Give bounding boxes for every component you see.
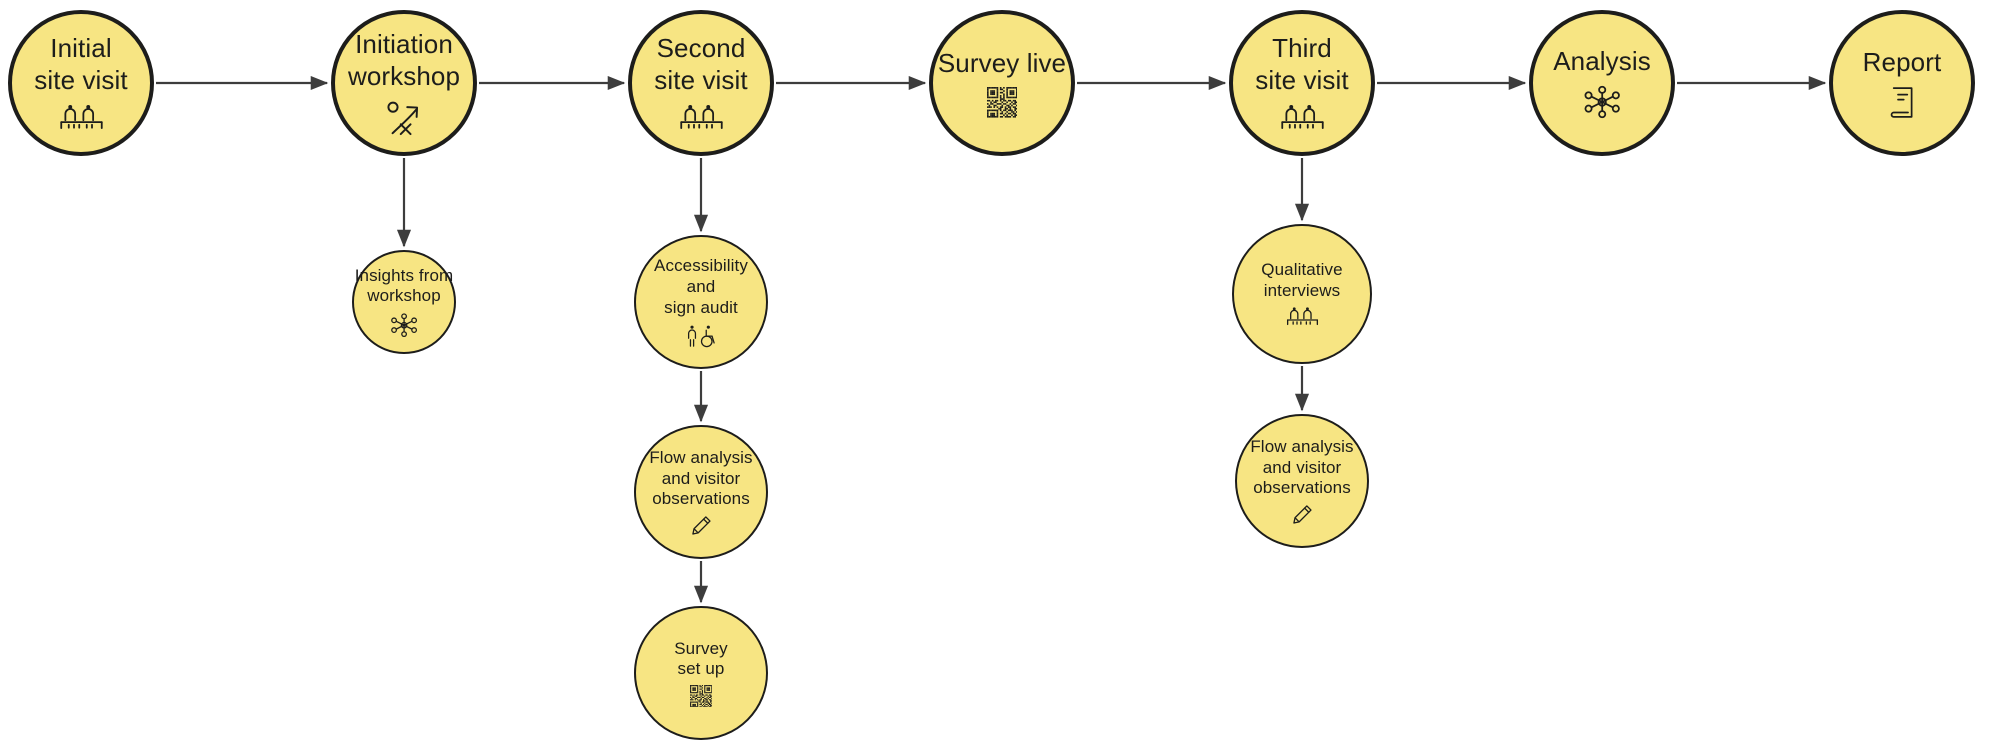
node-survey-live[interactable]: Survey live xyxy=(929,10,1075,156)
node-qualitative-interviews[interactable]: Qualitative interviews xyxy=(1232,224,1372,364)
node-label: Third site visit xyxy=(1255,32,1349,95)
network-hub-icon xyxy=(391,313,417,338)
pencil-icon xyxy=(691,516,711,535)
meeting-table-icon xyxy=(1280,105,1324,130)
node-label: Insights from workshop xyxy=(354,265,454,306)
node-label: Survey set up xyxy=(674,638,728,679)
flowchart-canvas: Initial site visit Initiation workshop S… xyxy=(0,0,2000,747)
node-second-site-visit[interactable]: Second site visit xyxy=(628,10,774,156)
qr-code-icon xyxy=(986,87,1018,118)
network-hub-icon xyxy=(1583,84,1621,120)
node-third-site-visit[interactable]: Third site visit xyxy=(1229,10,1375,156)
pencil-icon xyxy=(1292,504,1313,525)
meeting-table-icon xyxy=(1286,306,1319,328)
node-label: Initial site visit xyxy=(34,32,128,95)
meeting-table-icon xyxy=(59,105,103,130)
node-label: Report xyxy=(1862,47,1942,78)
node-label: Flow analysis and visitor observations xyxy=(1250,436,1354,498)
meeting-table-icon xyxy=(679,105,723,130)
node-flow-analysis-third[interactable]: Flow analysis and visitor observations xyxy=(1235,414,1369,548)
pencil-icon xyxy=(691,515,712,536)
node-survey-set-up[interactable]: Survey set up xyxy=(634,606,768,740)
qr-code-icon xyxy=(986,87,1018,118)
node-report[interactable]: Report xyxy=(1829,10,1975,156)
node-label: Accessibility and sign audit xyxy=(654,256,748,317)
node-label: Flow analysis and visitor observations xyxy=(649,447,753,509)
node-accessibility-and-sign-audit[interactable]: Accessibility and sign audit xyxy=(634,235,768,369)
accessibility-icon xyxy=(685,324,718,348)
qr-code-icon xyxy=(689,685,713,708)
network-hub-icon xyxy=(1584,86,1620,119)
document-icon xyxy=(1890,87,1913,118)
node-insights-from-workshop[interactable]: Insights from workshop xyxy=(352,250,456,354)
node-label: Analysis xyxy=(1553,45,1651,76)
pencil-icon xyxy=(1292,505,1312,524)
meeting-table-icon xyxy=(679,103,724,133)
strategy-arrow-icon xyxy=(387,102,419,136)
accessibility-icon xyxy=(687,325,715,347)
network-hub-icon xyxy=(390,312,418,338)
node-label: Second site visit xyxy=(654,32,748,95)
node-analysis[interactable]: Analysis xyxy=(1529,10,1675,156)
node-initial-site-visit[interactable]: Initial site visit xyxy=(8,10,154,156)
strategy-arrow-icon xyxy=(386,99,422,137)
node-label: Survey live xyxy=(937,48,1067,79)
node-initiation-workshop[interactable]: Initiation workshop xyxy=(331,10,477,156)
meeting-table-icon xyxy=(1280,103,1325,133)
document-icon xyxy=(1890,86,1915,119)
node-flow-analysis-second[interactable]: Flow analysis and visitor observations xyxy=(634,425,768,559)
meeting-table-icon xyxy=(1286,307,1318,326)
meeting-table-icon xyxy=(59,103,104,133)
qr-code-icon xyxy=(689,685,713,708)
node-label: Initiation workshop xyxy=(347,29,461,91)
node-label: Qualitative interviews xyxy=(1261,259,1343,300)
